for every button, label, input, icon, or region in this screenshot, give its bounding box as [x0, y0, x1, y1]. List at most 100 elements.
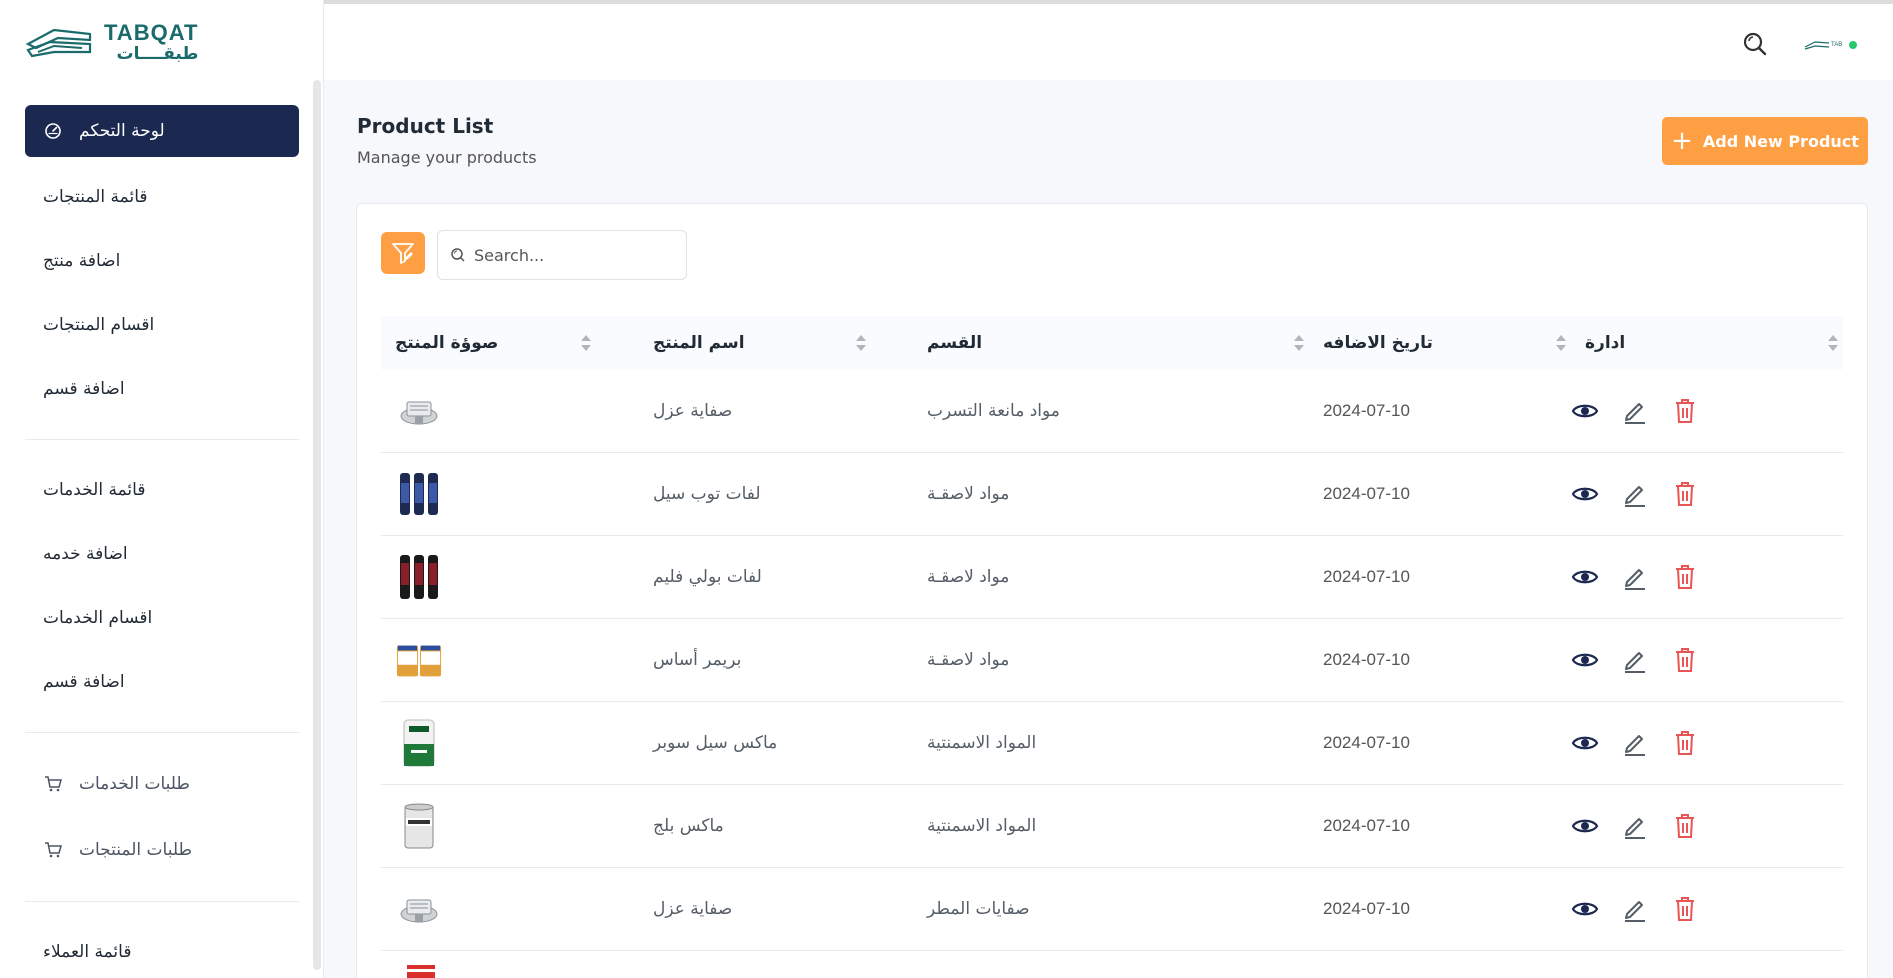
sort-icon[interactable] — [1555, 330, 1567, 356]
sidebar-item-add-service-category[interactable]: اضافة قسم — [25, 650, 299, 714]
sidebar-item-product-categories[interactable]: اقسام المنتجات — [25, 293, 299, 357]
sidebar-item-label: اقسام المنتجات — [43, 315, 155, 335]
product-name: ماكس سيل سوبر — [653, 733, 778, 753]
edit-icon[interactable] — [1621, 563, 1649, 591]
view-icon[interactable] — [1571, 563, 1599, 591]
column-header-category[interactable]: القسم — [927, 316, 982, 370]
cart-icon — [43, 840, 63, 860]
sidebar-nav: لوحة التحكم قائمة المنتجات اضافة منتج اق… — [25, 105, 299, 978]
sidebar-item-service-categories[interactable]: اقسام الخدمات — [25, 586, 299, 650]
sidebar-item-add-product[interactable]: اضافة منتج — [25, 229, 299, 293]
sidebar-item-service-list[interactable]: قائمة الخدمات — [25, 458, 299, 522]
column-header-date[interactable]: تاريخ الاضافه — [1323, 316, 1433, 370]
sidebar-item-dashboard[interactable]: لوحة التحكم — [25, 105, 299, 157]
edit-icon[interactable] — [1621, 729, 1649, 757]
product-thumbnail — [395, 470, 443, 518]
edit-icon[interactable] — [1621, 480, 1649, 508]
table-row: ماكس سيل سوبر المواد الاسمنتية 2024-07-10 — [381, 702, 1843, 785]
row-actions — [1571, 702, 1699, 784]
delete-icon[interactable] — [1671, 563, 1699, 591]
column-header-name[interactable]: اسم المنتج — [653, 316, 745, 370]
edit-icon[interactable] — [1621, 397, 1649, 425]
search-input[interactable] — [474, 245, 674, 265]
view-icon[interactable] — [1571, 895, 1599, 923]
delete-icon[interactable] — [1671, 895, 1699, 923]
delete-icon[interactable] — [1671, 729, 1699, 757]
table-header: صوؤة المنتج اسم المنتج القسم تاريخ الاضا… — [381, 316, 1843, 370]
brand-name-ar: طبقــــات — [116, 43, 199, 64]
product-name: صفاية عزل — [653, 899, 733, 919]
view-icon[interactable] — [1571, 480, 1599, 508]
sidebar-item-label: اضافة قسم — [43, 379, 125, 399]
plus-icon: + — [1671, 126, 1693, 156]
view-icon[interactable] — [1571, 812, 1599, 840]
sidebar-item-product-list[interactable]: قائمة المنتجات — [25, 165, 299, 229]
svg-text:TAB: TAB — [1831, 42, 1842, 48]
sidebar-item-label: قائمة المنتجات — [43, 187, 148, 207]
brand-name-en: TABQAT — [104, 19, 199, 45]
sidebar-item-add-category[interactable]: اضافة قسم — [25, 357, 299, 421]
table-row: صفاية عزل مواد مانعة التسرب 2024-07-10 — [381, 370, 1843, 453]
cart-icon — [43, 774, 63, 794]
product-list-card: صوؤة المنتج اسم المنتج القسم تاريخ الاضا… — [356, 203, 1868, 978]
product-image-cell — [395, 536, 443, 618]
product-category: المواد الاسمنتية — [927, 733, 1037, 753]
view-icon[interactable] — [1571, 646, 1599, 674]
product-category: المواد الاسمنتية — [927, 816, 1037, 836]
product-name: ماكس بلج — [653, 816, 724, 836]
add-new-product-label: Add New Product — [1702, 131, 1859, 151]
sidebar-item-label: اقسام الخدمات — [43, 608, 153, 628]
edit-icon[interactable] — [1621, 812, 1649, 840]
product-category: مواد لاصقـة — [927, 484, 1010, 504]
sidebar-scrollbar[interactable] — [313, 80, 321, 970]
sort-icon[interactable] — [1293, 330, 1305, 356]
search-field[interactable] — [437, 230, 687, 280]
online-status-dot — [1849, 41, 1857, 49]
top-header: TAB — [324, 0, 1893, 80]
filter-icon — [392, 243, 414, 264]
delete-icon[interactable] — [1671, 480, 1699, 508]
sidebar-item-label: طلبات المنتجات — [79, 840, 193, 860]
sidebar-item-product-orders[interactable]: طلبات المنتجات — [25, 817, 299, 883]
sidebar: TABQAT طبقــــات لوحة التحكم قائمة المنت… — [0, 0, 324, 978]
product-name: لفات بولي فليم — [653, 567, 762, 587]
row-actions — [1571, 619, 1699, 701]
edit-icon[interactable] — [1621, 646, 1649, 674]
filter-button[interactable] — [381, 232, 425, 274]
product-thumbnail — [397, 961, 445, 978]
product-name: صفاية عزل — [653, 401, 733, 421]
sidebar-item-label: اضافة منتج — [43, 251, 121, 271]
sort-icon[interactable] — [855, 330, 867, 356]
sidebar-item-service-orders[interactable]: طلبات الخدمات — [25, 751, 299, 817]
column-header-actions[interactable]: ادارة — [1585, 316, 1625, 370]
user-avatar-logo[interactable]: TAB — [1803, 30, 1857, 60]
delete-icon[interactable] — [1671, 646, 1699, 674]
product-thumbnail — [395, 885, 443, 933]
product-thumbnail — [395, 802, 443, 850]
view-icon[interactable] — [1571, 397, 1599, 425]
edit-icon[interactable] — [1621, 895, 1649, 923]
product-category: مواد مانعة التسرب — [927, 401, 1060, 421]
product-thumbnail — [395, 553, 443, 601]
brand-logo[interactable]: TABQAT طبقــــات — [24, 20, 204, 64]
table-row: صفاية عزل صفايات المطر 2024-07-10 — [381, 868, 1843, 951]
product-date: 2024-07-10 — [1323, 567, 1410, 586]
sidebar-item-add-service[interactable]: اضافة خدمه — [25, 522, 299, 586]
add-new-product-button[interactable]: + Add New Product — [1662, 117, 1868, 165]
sidebar-item-customer-list[interactable]: قائمة العملاء — [25, 920, 299, 978]
column-header-image[interactable]: صوؤة المنتج — [395, 316, 498, 370]
row-actions — [1571, 785, 1699, 867]
sort-icon[interactable] — [1827, 330, 1839, 356]
delete-icon[interactable] — [1671, 812, 1699, 840]
product-date: 2024-07-10 — [1323, 484, 1410, 503]
table-row: بريمر أساس مواد لاصقـة 2024-07-10 — [381, 619, 1843, 702]
row-actions — [1571, 453, 1699, 535]
sidebar-divider — [25, 732, 299, 733]
product-thumbnail — [395, 719, 443, 767]
sort-icon[interactable] — [580, 330, 592, 356]
dashboard-gauge-icon — [43, 121, 63, 141]
view-icon[interactable] — [1571, 729, 1599, 757]
search-icon[interactable] — [1737, 26, 1773, 62]
delete-icon[interactable] — [1671, 397, 1699, 425]
product-name: لفات توب سيل — [653, 484, 761, 504]
